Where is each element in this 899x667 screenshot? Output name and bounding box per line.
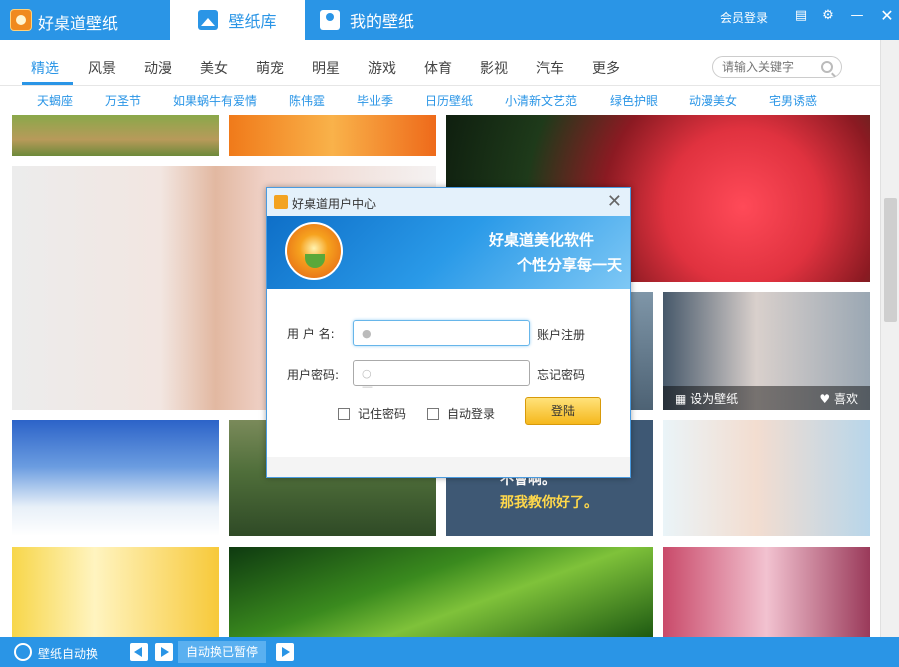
brand-logo-icon xyxy=(285,222,343,280)
minimize-icon[interactable]: — xyxy=(849,8,865,24)
member-login-link[interactable]: 会员登录 xyxy=(720,9,768,26)
wallpaper-tile-girl-beach[interactable] xyxy=(663,420,870,536)
wallpaper-tile-anime-lemons[interactable] xyxy=(12,547,219,637)
next-wallpaper-button[interactable] xyxy=(276,643,294,661)
forgot-password-link[interactable]: 忘记密码 xyxy=(537,366,585,383)
previous-wallpaper-button[interactable] xyxy=(130,643,148,661)
auto-change-label[interactable]: 壁纸自动换 xyxy=(38,645,98,662)
dialog-title-bar: 好桌道用户中心 ✕ xyxy=(267,188,630,216)
category-pets[interactable]: 萌宠 xyxy=(256,58,284,78)
auto-change-status: 自动换已暂停 xyxy=(178,641,266,663)
key-icon: ○— xyxy=(362,367,373,393)
tag-link[interactable]: 小清新文艺范 xyxy=(505,92,577,109)
title-bar: 好桌道壁纸 壁纸库 我的壁纸 会员登录 ▤ ⚙ — ✕ xyxy=(0,0,899,40)
scrollbar[interactable] xyxy=(880,40,899,637)
tag-bar: 天蝎座 万圣节 如果蜗牛有爱情 陈伟霆 毕业季 日历壁纸 小清新文艺范 绿色护眼… xyxy=(0,87,880,114)
tab-wallpaper-library[interactable]: 壁纸库 xyxy=(170,0,305,40)
gear-icon[interactable]: ⚙ xyxy=(820,8,836,24)
remember-password-checkbox[interactable] xyxy=(338,407,350,420)
tag-link[interactable]: 绿色护眼 xyxy=(610,92,658,109)
category-stars[interactable]: 明星 xyxy=(312,58,340,78)
wallpaper-tile-green-leaves[interactable] xyxy=(229,547,653,637)
set-wallpaper-button[interactable]: ▦ 设为壁纸 xyxy=(675,390,738,407)
tab-label: 壁纸库 xyxy=(228,12,277,31)
banner-slogan-2: 个性分享每一天 xyxy=(516,256,622,274)
scrollbar-thumb[interactable] xyxy=(884,198,897,322)
close-icon[interactable]: ✕ xyxy=(879,8,895,24)
category-film[interactable]: 影视 xyxy=(480,58,508,78)
app-logo-icon xyxy=(10,9,32,31)
remember-password-label: 记住密码 xyxy=(358,407,407,421)
tag-link[interactable]: 日历壁纸 xyxy=(425,92,473,109)
tag-link[interactable]: 陈伟霆 xyxy=(289,92,325,109)
tag-link[interactable]: 动漫美女 xyxy=(689,92,737,109)
app-title: 好桌道壁纸 xyxy=(38,14,119,33)
image-icon xyxy=(198,10,219,30)
username-label: 用 户 名: xyxy=(287,327,335,341)
username-input[interactable] xyxy=(380,325,520,339)
login-button[interactable]: 登陆 xyxy=(525,397,601,425)
dialog-logo-icon xyxy=(274,195,288,209)
dialog-title: 好桌道用户中心 xyxy=(292,197,377,211)
dialog-footer xyxy=(267,457,630,477)
auto-login-label: 自动登录 xyxy=(447,407,496,421)
play-button[interactable] xyxy=(155,643,173,661)
tag-link[interactable]: 万圣节 xyxy=(105,92,141,109)
bottom-bar: 壁纸自动换 自动换已暂停 xyxy=(0,637,899,667)
password-field[interactable]: ○— xyxy=(353,360,530,393)
category-more[interactable]: 更多 xyxy=(592,58,620,78)
dialog-form: 用 户 名: ● 账户注册 用户密码: ○— 忘记密码 记住密码 自动登录 登陆 xyxy=(267,289,630,459)
wallpaper-tile-girl-seaside[interactable]: ▦ 设为壁纸 ♥ 喜欢 xyxy=(663,292,870,410)
category-anime[interactable]: 动漫 xyxy=(144,58,172,78)
search-input[interactable] xyxy=(722,60,818,74)
tab-label: 我的壁纸 xyxy=(350,12,415,31)
wallpaper-tile-snow-trees[interactable] xyxy=(12,420,219,536)
remember-password-option[interactable]: 记住密码 xyxy=(338,405,406,422)
auto-login-checkbox[interactable] xyxy=(427,407,439,420)
chat-icon[interactable]: ▤ xyxy=(793,8,809,24)
register-link[interactable]: 账户注册 xyxy=(537,326,585,343)
tag-link[interactable]: 天蝎座 xyxy=(37,92,73,109)
password-label: 用户密码: xyxy=(287,368,340,382)
category-landscape[interactable]: 风景 xyxy=(88,58,116,78)
search-icon[interactable] xyxy=(821,61,833,73)
auto-login-option[interactable]: 自动登录 xyxy=(427,405,495,422)
dialog-banner: 好桌道美化软件 个性分享每一天 xyxy=(267,216,630,289)
category-cars[interactable]: 汽车 xyxy=(536,58,564,78)
tile-action-bar: ▦ 设为壁纸 ♥ 喜欢 xyxy=(663,386,870,410)
auto-change-icon[interactable] xyxy=(14,643,32,661)
tab-my-wallpapers[interactable]: 我的壁纸 xyxy=(320,0,414,40)
close-icon[interactable]: ✕ xyxy=(607,191,622,212)
banner-slogan-1: 好桌道美化软件 xyxy=(488,231,594,249)
active-category-indicator xyxy=(22,82,73,85)
category-featured[interactable]: 精选 xyxy=(31,58,59,78)
category-games[interactable]: 游戏 xyxy=(368,58,396,78)
tag-link[interactable]: 毕业季 xyxy=(357,92,393,109)
password-input[interactable] xyxy=(380,365,520,379)
user-icon xyxy=(320,10,340,30)
username-field[interactable]: ● xyxy=(353,320,530,346)
category-beauty[interactable]: 美女 xyxy=(200,58,228,78)
quote-line-2: 那我教你好了。 xyxy=(500,495,598,511)
tag-link[interactable]: 如果蜗牛有爱情 xyxy=(173,92,257,109)
wallpaper-tile-anime-girl[interactable] xyxy=(663,547,870,637)
tag-link[interactable]: 宅男诱惑 xyxy=(769,92,817,109)
wallpaper-tile-cartoon[interactable] xyxy=(229,115,436,156)
category-sports[interactable]: 体育 xyxy=(424,58,452,78)
login-dialog: 好桌道用户中心 ✕ 好桌道美化软件 个性分享每一天 用 户 名: ● 账户注册 … xyxy=(266,187,631,478)
user-icon: ● xyxy=(362,327,372,340)
like-button[interactable]: ♥ 喜欢 xyxy=(819,390,858,407)
search-box[interactable] xyxy=(712,56,842,78)
wallpaper-tile-forest-road[interactable] xyxy=(12,115,219,156)
